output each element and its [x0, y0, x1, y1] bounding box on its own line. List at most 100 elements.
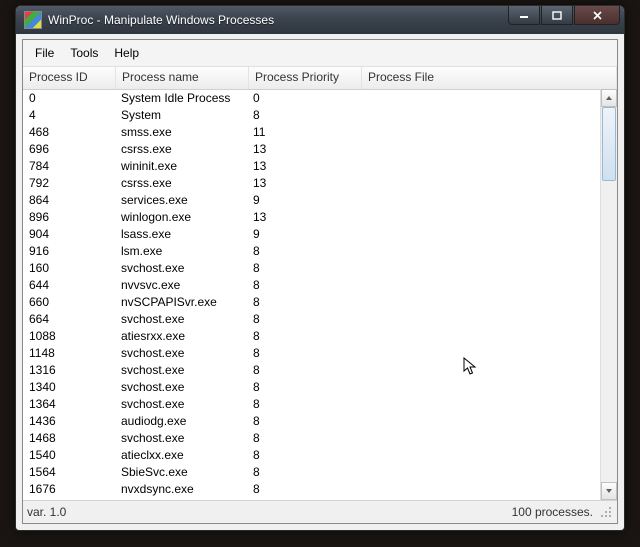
cell-pid: 696: [23, 142, 115, 156]
cell-priority: 0: [247, 91, 359, 105]
cell-name: wininit.exe: [115, 159, 247, 173]
table-row[interactable]: 1468svchost.exe8: [23, 429, 601, 446]
cell-name: System Idle Process: [115, 91, 247, 105]
chevron-down-icon: [605, 488, 613, 494]
app-icon: [24, 11, 42, 29]
menu-tools[interactable]: Tools: [62, 44, 106, 62]
cell-priority: 9: [247, 227, 359, 241]
cell-pid: 468: [23, 125, 115, 139]
table-row[interactable]: 916lsm.exe8: [23, 242, 601, 259]
cell-pid: 1564: [23, 465, 115, 479]
cell-pid: 1364: [23, 397, 115, 411]
cell-pid: 1676: [23, 482, 115, 496]
cell-priority: 8: [247, 261, 359, 275]
menu-file[interactable]: File: [27, 44, 62, 62]
cell-pid: 664: [23, 312, 115, 326]
scroll-thumb[interactable]: [602, 107, 616, 181]
resize-grip-icon: [599, 505, 613, 519]
status-process-count: 100 processes.: [512, 505, 593, 519]
cell-name: svchost.exe: [115, 431, 247, 445]
cell-pid: 1468: [23, 431, 115, 445]
minimize-icon: [519, 11, 529, 19]
client-area: File Tools Help Process ID Process name …: [22, 39, 618, 524]
table-row[interactable]: 0System Idle Process0: [23, 89, 601, 106]
table-row[interactable]: 1364svchost.exe8: [23, 395, 601, 412]
table-row[interactable]: 1436audiodg.exe8: [23, 412, 601, 429]
cell-priority: 8: [247, 278, 359, 292]
table-row[interactable]: 864services.exe9: [23, 191, 601, 208]
status-version: var. 1.0: [27, 505, 66, 519]
close-button[interactable]: [574, 6, 620, 25]
close-icon: [592, 11, 603, 20]
cell-priority: 8: [247, 295, 359, 309]
maximize-button[interactable]: [541, 6, 573, 25]
table-row[interactable]: 1088atiesrxx.exe8: [23, 327, 601, 344]
cell-name: winlogon.exe: [115, 210, 247, 224]
cell-priority: 8: [247, 397, 359, 411]
scroll-down-button[interactable]: [601, 482, 617, 500]
column-header-pid[interactable]: Process ID: [23, 67, 116, 89]
column-header-name[interactable]: Process name: [116, 67, 249, 89]
cell-priority: 13: [247, 159, 359, 173]
cell-priority: 8: [247, 431, 359, 445]
cell-name: svchost.exe: [115, 363, 247, 377]
maximize-icon: [552, 11, 562, 20]
cell-pid: 1340: [23, 380, 115, 394]
cell-name: smss.exe: [115, 125, 247, 139]
table-row[interactable]: 1148svchost.exe8: [23, 344, 601, 361]
minimize-button[interactable]: [508, 6, 540, 25]
column-header-priority[interactable]: Process Priority: [249, 67, 362, 89]
cell-name: svchost.exe: [115, 261, 247, 275]
table-row[interactable]: 664svchost.exe8: [23, 310, 601, 327]
cell-priority: 13: [247, 210, 359, 224]
table-row[interactable]: 1316svchost.exe8: [23, 361, 601, 378]
cell-name: atieclxx.exe: [115, 448, 247, 462]
table-row[interactable]: 784wininit.exe13: [23, 157, 601, 174]
cell-pid: 4: [23, 108, 115, 122]
table-row[interactable]: 644nvvsvc.exe8: [23, 276, 601, 293]
cell-name: csrss.exe: [115, 142, 247, 156]
table-row[interactable]: 896winlogon.exe13: [23, 208, 601, 225]
vertical-scrollbar[interactable]: [600, 89, 617, 500]
table-row[interactable]: 1540atieclxx.exe8: [23, 446, 601, 463]
cell-priority: 9: [247, 193, 359, 207]
table-row[interactable]: 792csrss.exe13: [23, 174, 601, 191]
table-row[interactable]: 660nvSCPAPISvr.exe8: [23, 293, 601, 310]
table-row[interactable]: 4System8: [23, 106, 601, 123]
window-title: WinProc - Manipulate Windows Processes: [48, 13, 274, 27]
resize-grip[interactable]: [599, 505, 613, 519]
menu-help[interactable]: Help: [106, 44, 147, 62]
app-window: WinProc - Manipulate Windows Processes F…: [15, 5, 625, 531]
cell-name: svchost.exe: [115, 397, 247, 411]
cell-name: svchost.exe: [115, 346, 247, 360]
window-buttons: [507, 6, 620, 25]
table-row[interactable]: 1676nvxdsync.exe8: [23, 480, 601, 497]
table-row[interactable]: 160svchost.exe8: [23, 259, 601, 276]
cell-pid: 1540: [23, 448, 115, 462]
cell-name: nvvsvc.exe: [115, 278, 247, 292]
cell-priority: 8: [247, 329, 359, 343]
menu-bar: File Tools Help: [23, 40, 617, 67]
cell-name: System: [115, 108, 247, 122]
cell-priority: 13: [247, 142, 359, 156]
table-row[interactable]: 904lsass.exe9: [23, 225, 601, 242]
chevron-up-icon: [605, 95, 613, 101]
cell-priority: 8: [247, 244, 359, 258]
cell-name: csrss.exe: [115, 176, 247, 190]
column-header-file[interactable]: Process File: [362, 67, 617, 89]
cell-priority: 8: [247, 482, 359, 496]
table-row[interactable]: 1340svchost.exe8: [23, 378, 601, 395]
cell-name: nvSCPAPISvr.exe: [115, 295, 247, 309]
table-row[interactable]: 468smss.exe11: [23, 123, 601, 140]
cell-pid: 916: [23, 244, 115, 258]
table-row[interactable]: 1564SbieSvc.exe8: [23, 463, 601, 480]
cell-name: svchost.exe: [115, 312, 247, 326]
cell-pid: 0: [23, 91, 115, 105]
process-list[interactable]: Process ID Process name Process Priority…: [23, 67, 617, 500]
cell-pid: 160: [23, 261, 115, 275]
title-bar[interactable]: WinProc - Manipulate Windows Processes: [16, 6, 624, 34]
column-headers: Process ID Process name Process Priority…: [23, 67, 617, 90]
cell-name: lsm.exe: [115, 244, 247, 258]
table-row[interactable]: 696csrss.exe13: [23, 140, 601, 157]
scroll-up-button[interactable]: [601, 89, 617, 107]
